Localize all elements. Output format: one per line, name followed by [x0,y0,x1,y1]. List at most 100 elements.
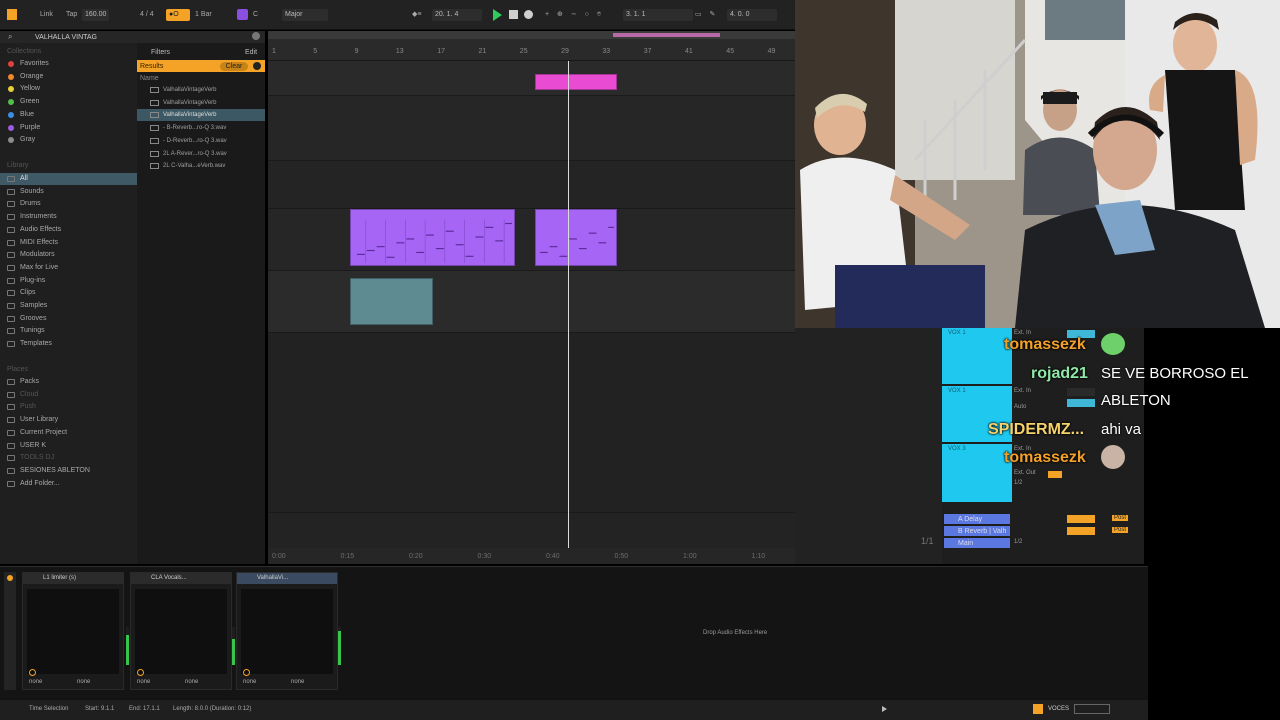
scale-mode-icon[interactable] [237,9,248,20]
device-cla-vocals[interactable]: CLA Vocals... none none [130,572,232,690]
main-track[interactable]: Main [944,538,1010,548]
sidebar-item-packs[interactable]: Packs [0,376,137,388]
sidebar-item-add-folder-[interactable]: Add Folder... [0,478,137,490]
midi-clip-top[interactable] [535,74,617,90]
chain-power-icon[interactable] [7,575,13,581]
sidebar-item-gray[interactable]: Gray [0,134,137,146]
split-label[interactable]: 1/2 [1014,480,1022,486]
loop-length[interactable]: 4. 0. 0 [727,9,777,21]
sidebar-item-max-for-live[interactable]: Max for Live [0,262,137,274]
bar-ruler[interactable]: 1 5 9 13 17 21 25 29 33 37 41 45 49 [268,31,795,61]
sidebar-item-user-library[interactable]: User Library [0,414,137,426]
filter-icon[interactable] [253,62,261,70]
record-icon[interactable] [524,10,533,19]
track-lane-2[interactable] [268,96,795,161]
sidebar-item-sesiones-ableton[interactable]: SESIONES ABLETON [0,465,137,477]
search-icon[interactable]: ⌕ [8,32,12,42]
tap-button[interactable]: Tap [66,9,77,21]
device-knob[interactable] [137,669,144,676]
sidebar-item-current-project[interactable]: Current Project [0,427,137,439]
sidebar-item-templates[interactable]: Templates [0,338,137,350]
sidechain-right[interactable]: none [185,679,198,685]
play-icon[interactable] [493,9,502,21]
link-button[interactable]: Link [40,9,53,21]
sidebar-item-instruments[interactable]: Instruments [0,211,137,223]
time-ruler[interactable]: 0:000:150:200:300:400:501:001:101:201:30 [268,548,902,564]
sidebar-item-all[interactable]: All [0,173,137,185]
track-lane-4[interactable] [268,209,795,271]
midi-clip-a[interactable] [350,209,515,266]
filters-toggle[interactable]: Filters [151,48,170,57]
sidebar-item-modulators[interactable]: Modulators [0,249,137,261]
loop-start[interactable]: 3. 1. 1 [623,9,693,21]
device-knob[interactable] [243,669,250,676]
sidechain-right[interactable]: none [77,679,90,685]
result-item[interactable]: - B-Reverb...ro-Q 3.wav [137,122,265,134]
sidebar-item-tools-dj[interactable]: TOOLS DJ [0,452,137,464]
device-knob[interactable] [29,669,36,676]
track-lane-3[interactable] [268,161,795,209]
send-a-value[interactable] [1067,515,1095,523]
sidebar-item-blue[interactable]: Blue [0,109,137,121]
punch-icons[interactable]: ▭ ✎ [695,9,718,21]
sidechain-left[interactable]: none [137,679,150,685]
audio-clip[interactable] [350,278,433,325]
post-a[interactable]: Post [1112,515,1129,521]
quantize-menu[interactable]: 1 Bar [195,9,212,21]
overdub-automation-icons[interactable]: + ⊕ ∼ ○ ⌾ [545,9,604,21]
track-lane-1[interactable] [268,61,795,96]
sidebar-item-cloud[interactable]: Cloud [0,389,137,401]
midi-clip-b[interactable] [535,209,617,266]
post-b[interactable]: Post [1112,527,1129,533]
result-item[interactable]: 2L C-Valha...eVerb.wav [137,160,265,172]
sidebar-item-push[interactable]: Push [0,401,137,413]
result-item[interactable]: ValhallaVintageVerb [137,109,265,122]
scale-selector[interactable]: Major [282,9,328,21]
result-item[interactable]: ValhallaVintageVerb [137,97,265,109]
clear-button[interactable]: Clear [220,62,248,71]
search-input[interactable]: VALHALLA VINTAG [35,33,97,42]
follow-icon[interactable]: ◆≡ [412,9,421,21]
result-item[interactable]: ValhallaVintageVerb [137,84,265,96]
sidebar-item-sounds[interactable]: Sounds [0,186,137,198]
plugin-panel[interactable] [27,589,119,674]
sidebar-item-green[interactable]: Green [0,96,137,108]
edit-button[interactable]: Edit [245,48,257,57]
sidebar-item-plug-ins[interactable]: Plug-ins [0,275,137,287]
metronome-button[interactable]: ●O [166,9,190,21]
sidebar-item-orange[interactable]: Orange [0,71,137,83]
device-valhalla[interactable]: ValhallaVi... none none [236,572,338,690]
key-selector[interactable]: C [253,9,258,21]
result-item[interactable]: 2L A-Rever...ro-Q 3.wav [137,148,265,160]
return-b[interactable]: B Reverb | Valh [944,526,1010,536]
plugin-panel[interactable] [241,589,333,674]
time-signature[interactable]: 4 / 4 [140,9,154,21]
device-l1-limiter[interactable]: L1 limiter (s) none none [22,572,124,690]
sidebar-item-purple[interactable]: Purple [0,122,137,134]
sidebar-item-grooves[interactable]: Grooves [0,313,137,325]
plugin-panel[interactable] [135,589,227,674]
sidebar-item-user-k[interactable]: USER K [0,440,137,452]
sidechain-left[interactable]: none [243,679,256,685]
tempo-field[interactable]: 160.00 [82,9,110,21]
sidebar-item-clips[interactable]: Clips [0,287,137,299]
sidebar-item-favorites[interactable]: Favorites [0,58,137,70]
stop-icon[interactable] [509,10,518,19]
playhead[interactable] [568,61,569,551]
result-item[interactable]: - D-Reverb...ro-Q 3.wav [137,135,265,147]
sidebar-item-yellow[interactable]: Yellow [0,83,137,95]
name-column-header[interactable]: Name [140,74,159,83]
main-split[interactable]: 1/2 [1014,539,1022,545]
sidechain-right[interactable]: none [291,679,304,685]
clear-search-icon[interactable] [252,32,260,40]
track-lane-5[interactable] [268,271,795,333]
sidebar-item-audio-effects[interactable]: Audio Effects [0,224,137,236]
song-position[interactable]: 20. 1. 4 [432,9,482,21]
sidebar-item-midi-effects[interactable]: MIDI Effects [0,237,137,249]
empty-lanes[interactable] [268,333,795,513]
sidebar-item-drums[interactable]: Drums [0,198,137,210]
play-selection-icon[interactable] [882,706,887,712]
sidebar-item-samples[interactable]: Samples [0,300,137,312]
send-b-value[interactable] [1067,527,1095,535]
return-a[interactable]: A Delay [944,514,1010,524]
